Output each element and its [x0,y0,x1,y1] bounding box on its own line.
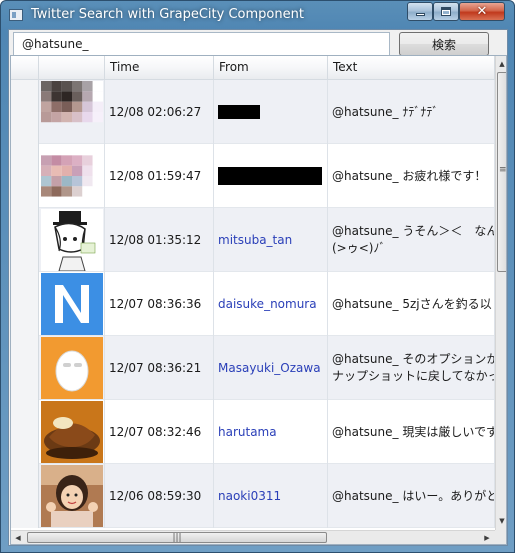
time-cell: 12/08 01:59:47 [105,144,214,208]
avatar-cell [39,336,105,400]
redacted-username [218,167,322,185]
scroll-up-icon[interactable]: ▲ [496,57,506,71]
row-selector[interactable] [11,144,39,208]
avatar [41,81,103,143]
avatar [41,145,103,207]
row-selector[interactable] [11,80,39,144]
time-cell: 12/08 02:06:27 [105,80,214,144]
avatar-cell [39,464,105,528]
redacted-username [218,105,260,119]
from-cell[interactable]: daisuke_nomura [214,272,328,336]
row-selector[interactable] [11,336,39,400]
time-cell: 12/06 08:59:30 [105,464,214,528]
avatar-cell [39,208,105,272]
maximize-button[interactable] [433,2,459,21]
tweet-grid: Time From Text 12/08 02:06:27 @hatsune_ … [10,55,507,545]
minimize-icon [415,13,425,16]
text-line-1: @hatsune_ そのオプションか [332,352,495,366]
from-cell[interactable]: harutama [214,400,328,464]
grid-header: Time From Text [11,56,495,80]
row-selector[interactable] [11,208,39,272]
app-window: Twitter Search with GrapeCity Component … [0,0,515,553]
scroll-left-icon[interactable]: ◀ [12,531,24,544]
client-area: 検索 Time From Text [8,29,508,546]
grid-rows: 12/08 02:06:27 @hatsune_ ﾅﾃﾞﾅﾃﾞ 12/08 01… [11,80,495,528]
header-text[interactable]: Text [328,56,495,80]
from-cell[interactable]: Masayuki_Ozawa [214,336,328,400]
avatar [41,465,103,527]
scroll-right-icon[interactable]: ▶ [481,531,493,544]
v-grip: ≡ [499,165,507,175]
from-cell [214,80,328,144]
time-cell: 12/07 08:36:36 [105,272,214,336]
text-cell: @hatsune_ ﾅﾃﾞﾅﾃﾞ [328,80,495,144]
table-row[interactable]: 12/08 01:59:47 @hatsune_ お疲れ様です！ [11,144,495,208]
row-selector[interactable] [11,464,39,528]
search-button[interactable]: 検索 [399,32,489,56]
text-cell: @hatsune_ 5zjさんを釣る以 [328,272,495,336]
avatar-cell [39,272,105,336]
window-title: Twitter Search with GrapeCity Component [31,7,304,22]
close-icon: ✕ [476,4,488,19]
table-row[interactable]: 12/07 08:36:36 daisuke_nomura @hatsune_ … [11,272,495,336]
text-line-2: ナップショットに戻してなかっ [332,369,495,383]
horizontal-scroll-thumb[interactable]: ||| [27,532,327,543]
title-bar[interactable]: Twitter Search with GrapeCity Component … [1,1,514,29]
table-row[interactable]: 12/06 08:59:30 naoki0311 @hatsune_ はいー。あ… [11,464,495,528]
from-cell [214,144,328,208]
table-row[interactable]: 12/08 01:35:12 mitsuba_tan @hatsune_ うそん… [11,208,495,272]
text-line-2: (>ゥ<)ﾉﾞ [332,241,386,255]
maximize-icon [441,7,451,16]
table-row[interactable]: 12/07 08:36:21 Masayuki_Ozawa @hatsune_ … [11,336,495,400]
text-cell: @hatsune_ お疲れ様です！ [328,144,495,208]
time-cell: 12/07 08:36:21 [105,336,214,400]
row-selector[interactable] [11,272,39,336]
header-time[interactable]: Time [105,56,214,80]
from-cell[interactable]: mitsuba_tan [214,208,328,272]
table-row[interactable]: 12/07 08:32:46 harutama @hatsune_ 現実は厳しい… [11,400,495,464]
avatar-cell [39,400,105,464]
minimize-button[interactable] [407,2,433,21]
horizontal-scrollbar[interactable]: ◀ ||| ▶ [11,530,495,544]
time-cell: 12/07 08:32:46 [105,400,214,464]
from-cell[interactable]: naoki0311 [214,464,328,528]
row-selector[interactable] [11,400,39,464]
text-cell: @hatsune_ うそん＞＜ なん (>ゥ<)ﾉﾞ [328,208,495,272]
avatar [41,337,103,399]
search-input[interactable] [13,32,390,56]
time-cell: 12/08 01:35:12 [105,208,214,272]
avatar [41,273,103,335]
header-avatar[interactable] [39,56,105,80]
close-button[interactable]: ✕ [459,2,505,21]
scrollbar-corner [495,530,506,544]
avatar [41,209,103,272]
text-cell: @hatsune_ はいー。ありがと [328,464,495,528]
avatar [41,401,103,463]
text-cell: @hatsune_ そのオプションか ナップショットに戻してなかっ [328,336,495,400]
text-cell: @hatsune_ 現実は厳しいです [328,400,495,464]
avatar-cell [39,80,105,144]
avatar-cell [39,144,105,208]
vertical-scroll-thumb[interactable]: ≡ [497,72,507,272]
table-row[interactable]: 12/08 02:06:27 @hatsune_ ﾅﾃﾞﾅﾃﾞ [11,80,495,144]
header-from[interactable]: From [214,56,328,80]
app-icon [9,9,23,21]
header-selector[interactable] [11,56,39,80]
vertical-scrollbar[interactable]: ▲ ≡ ▼ [495,56,507,530]
text-line-1: @hatsune_ うそん＞＜ なん [332,224,495,238]
scroll-down-icon[interactable]: ▼ [496,514,506,528]
